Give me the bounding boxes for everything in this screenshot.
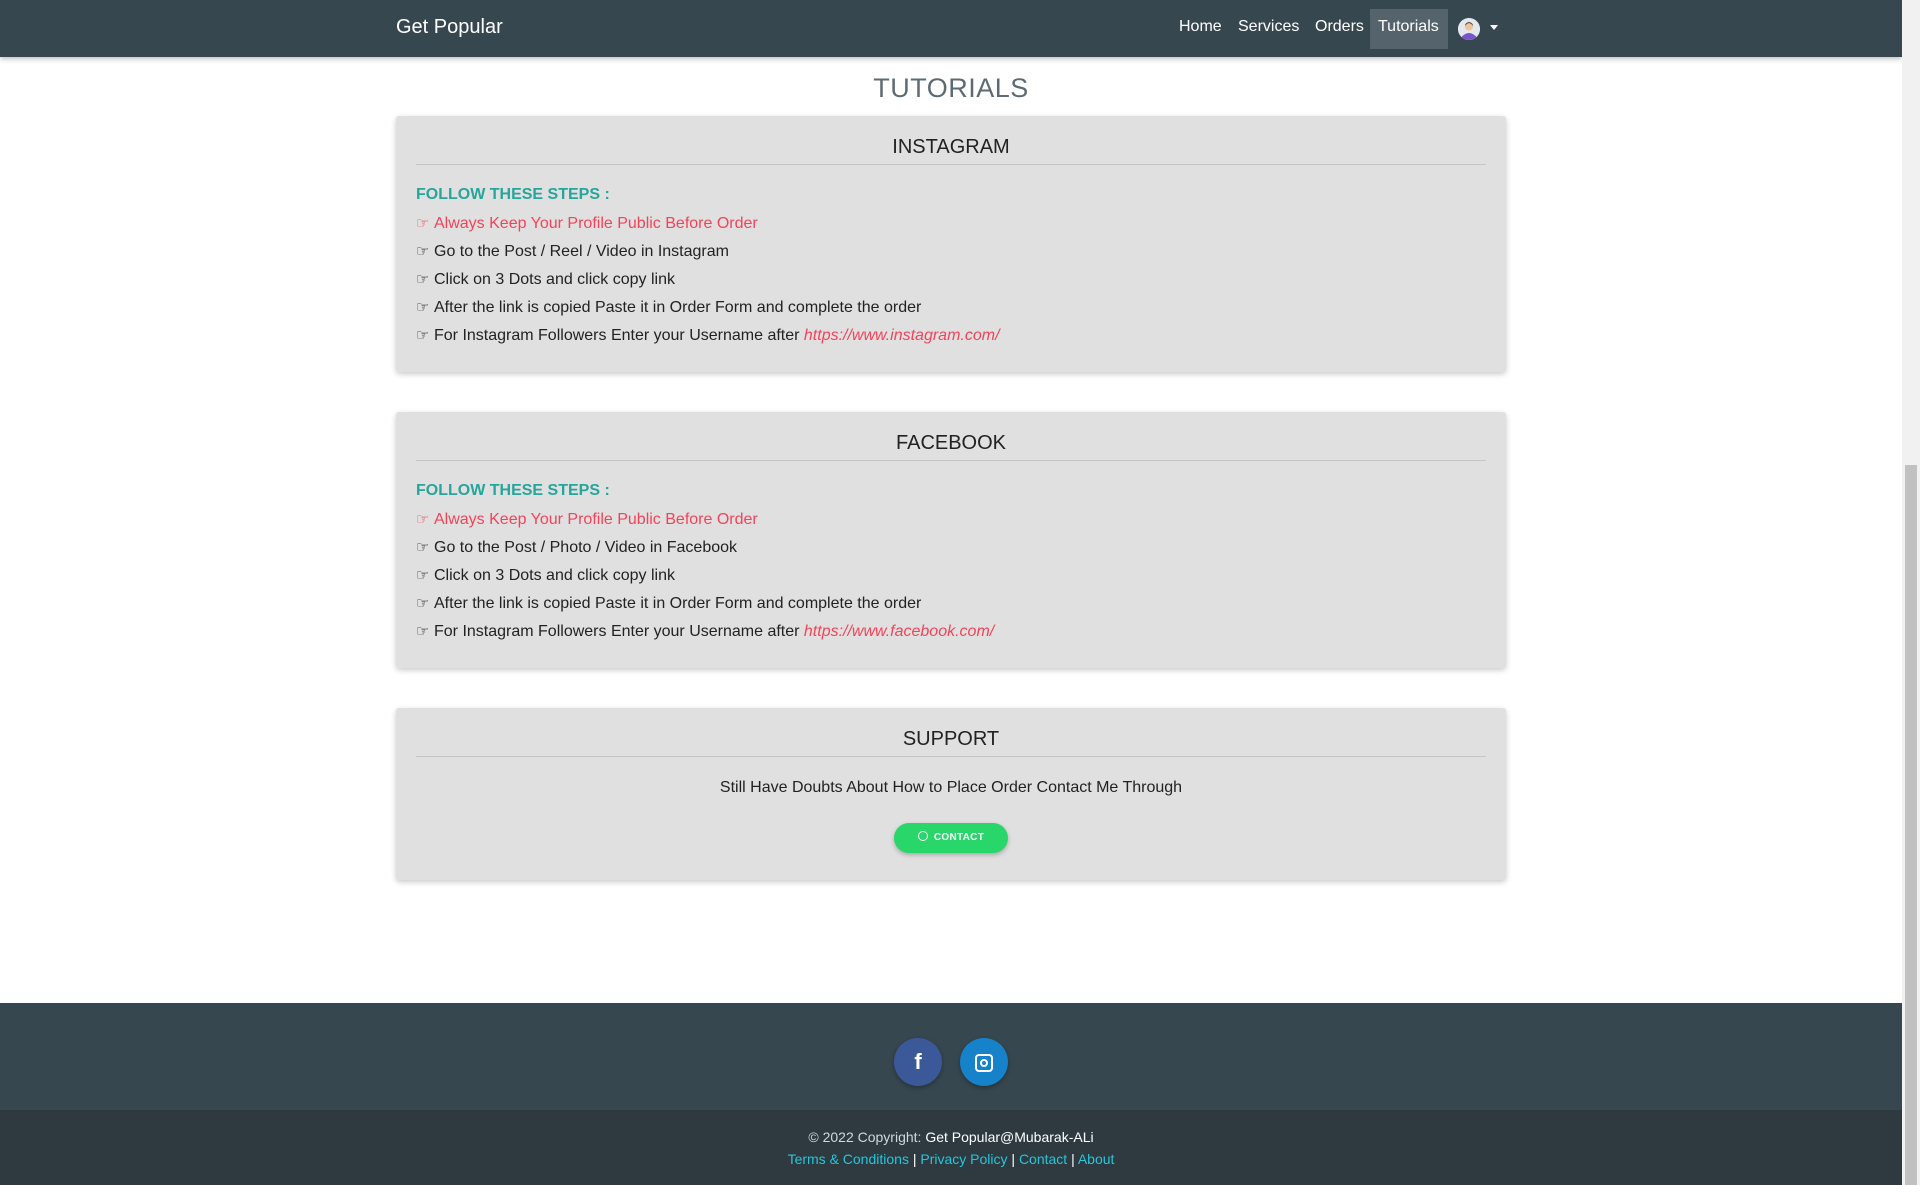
instagram-card-title: INSTAGRAM — [416, 136, 1486, 165]
scrollbar-thumb[interactable] — [1905, 465, 1917, 1185]
facebook-icon[interactable]: f — [894, 1038, 942, 1086]
copyright: © 2022 Copyright: Get Popular@Mubarak-AL… — [808, 1129, 1094, 1145]
navbar: Get Popular Home Services Orders Tutoria… — [0, 0, 1902, 57]
hand-point-right-icon: ☞ — [416, 511, 430, 528]
hand-point-right-icon: ☞ — [416, 243, 430, 260]
terms-link[interactable]: Terms & Conditions — [788, 1151, 909, 1167]
hand-point-right-icon: ☞ — [416, 271, 430, 288]
nav-services[interactable]: Services — [1238, 18, 1299, 36]
instagram-icon[interactable] — [960, 1038, 1008, 1086]
nav-orders[interactable]: Orders — [1315, 18, 1364, 36]
instagram-card: INSTAGRAM FOLLOW THESE STEPS : ☞ Always K… — [396, 116, 1506, 372]
privacy-link[interactable]: Privacy Policy — [920, 1151, 1007, 1167]
page-scrollbar[interactable] — [1902, 0, 1920, 1185]
step-item: ☞ Go to the Post / Photo / Video in Faceb… — [416, 539, 738, 556]
steps-label: FOLLOW THESE STEPS : — [416, 186, 610, 203]
hand-point-right-icon: ☞ — [416, 567, 430, 584]
step-item: ☞ Always Keep Your Profile Public Before … — [416, 215, 758, 232]
step-item: ☞ Go to the Post / Reel / Video in Instag… — [416, 243, 729, 260]
hand-point-right-icon: ☞ — [416, 299, 430, 316]
step-item: ☞ Click on 3 Dots and click copy link — [416, 567, 675, 584]
step-item: ☞ For Instagram Followers Enter your User… — [416, 623, 995, 640]
whatsapp-icon — [917, 831, 928, 841]
brand-logo[interactable]: Get Popular — [396, 16, 503, 39]
nav-home[interactable]: Home — [1179, 18, 1222, 36]
footer-social: f — [0, 1003, 1902, 1110]
hand-point-right-icon: ☞ — [416, 539, 430, 556]
hand-point-right-icon: ☞ — [416, 327, 430, 344]
page-title: TUTORIALS — [873, 73, 1029, 103]
about-link[interactable]: About — [1078, 1151, 1115, 1167]
contact-link[interactable]: Contact — [1019, 1151, 1067, 1167]
step-item: ☞ After the link is copied Paste it in Or… — [416, 299, 922, 316]
step-item: ☞ Click on 3 Dots and click copy link — [416, 271, 675, 288]
step-item: ☞ After the link is copied Paste it in Or… — [416, 595, 922, 612]
hand-point-right-icon: ☞ — [416, 623, 430, 640]
footer-links: Terms & Conditions | Privacy Policy | Co… — [787, 1151, 1115, 1167]
hand-point-right-icon: ☞ — [416, 595, 430, 612]
step-item: ☞ For Instagram Followers Enter your User… — [416, 327, 1000, 344]
facebook-card: FACEBOOK FOLLOW THESE STEPS : ☞ Always Ke… — [396, 412, 1506, 668]
user-avatar-icon[interactable] — [1458, 18, 1480, 40]
support-card: SUPPORT Still Have Doubts About How to P… — [396, 708, 1506, 880]
step-item: ☞ Always Keep Your Profile Public Before … — [416, 511, 758, 528]
steps-label: FOLLOW THESE STEPS : — [416, 482, 610, 499]
facebook-card-title: FACEBOOK — [416, 432, 1486, 461]
contact-button[interactable]: CONTACT — [894, 823, 1008, 853]
nav-tutorials[interactable]: Tutorials — [1378, 18, 1439, 36]
hand-point-right-icon: ☞ — [416, 215, 430, 232]
footer-bottom: © 2022 Copyright: Get Popular@Mubarak-AL… — [0, 1110, 1902, 1185]
support-text: Still Have Doubts About How to Place Ord… — [719, 779, 1183, 796]
user-menu-caret-icon[interactable] — [1490, 25, 1498, 30]
support-card-title: SUPPORT — [416, 728, 1486, 757]
instagram-link[interactable]: https://www.instagram.com/ — [804, 327, 1000, 344]
facebook-link[interactable]: https://www.facebook.com/ — [804, 623, 994, 640]
